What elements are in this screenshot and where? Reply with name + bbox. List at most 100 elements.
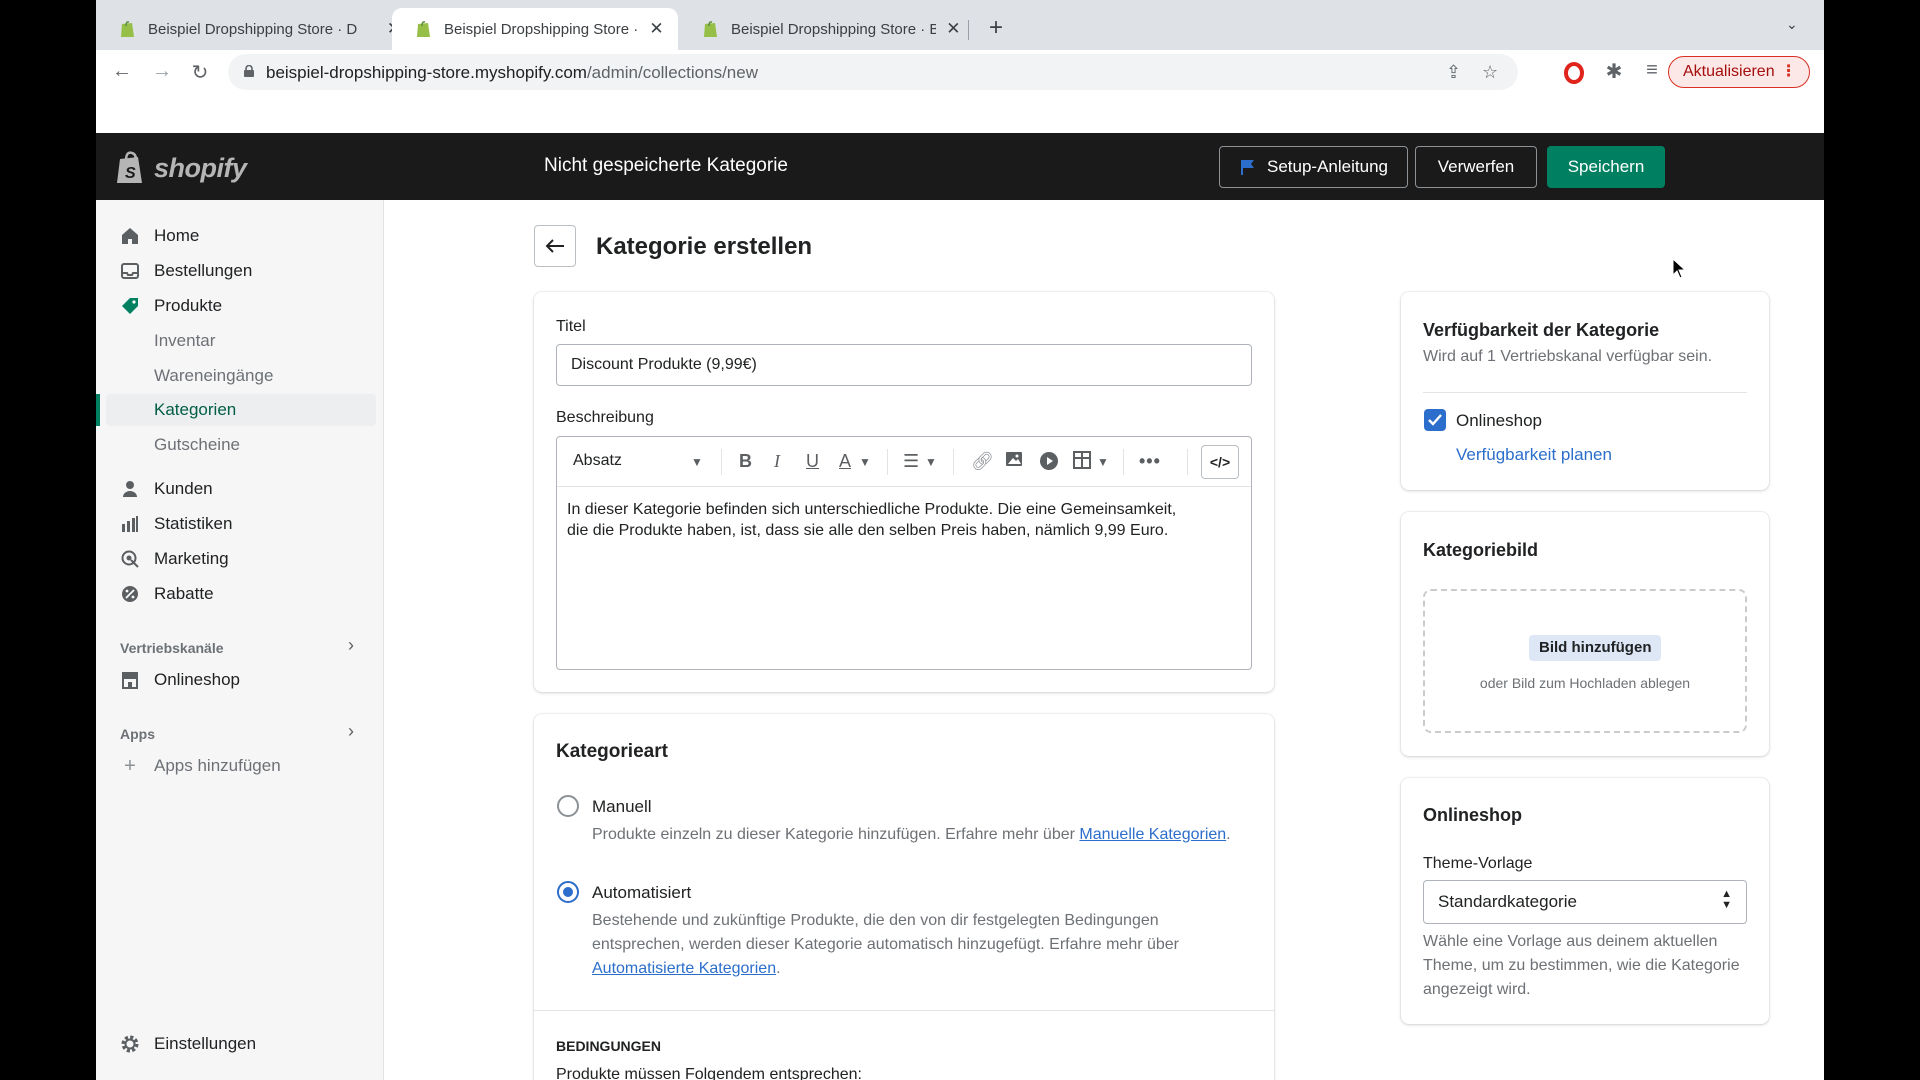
browser-tab-1[interactable]: Beispiel Dropshipping Store · D ✕ bbox=[96, 8, 416, 50]
link-icon[interactable]: 🔗︎ bbox=[971, 451, 994, 472]
unsaved-title: Nicht gespeicherte Kategorie bbox=[544, 155, 788, 176]
puzzle-extension-icon[interactable]: ✱ bbox=[1602, 59, 1626, 84]
chevron-down-icon[interactable]: ⌄ bbox=[1786, 16, 1798, 33]
sidebar-item-home[interactable]: Home bbox=[106, 220, 376, 252]
sidebar-item-label: Wareneingänge bbox=[154, 366, 274, 385]
editor-toolbar: Absatz ▼ B I U A ▼ ☰ ▼ 🔗︎ ▼ ••• </> bbox=[557, 437, 1251, 487]
url-host: beispiel-dropshipping-store.myshopify.co… bbox=[266, 63, 587, 82]
theme-template-select[interactable]: Standardkategorie ▲ ▼ bbox=[1423, 880, 1747, 924]
manual-radio[interactable] bbox=[557, 795, 579, 817]
description-line: die die Produkte haben, ist, dass sie al… bbox=[567, 522, 1169, 539]
description-editor[interactable]: Absatz ▼ B I U A ▼ ☰ ▼ 🔗︎ ▼ ••• </> In d… bbox=[556, 436, 1252, 670]
manual-description-text: Produkte einzeln zu dieser Kategorie hin… bbox=[592, 826, 1075, 843]
setup-guide-button[interactable]: Setup-Anleitung bbox=[1219, 146, 1408, 188]
shopify-favicon-icon bbox=[121, 21, 134, 37]
automated-description: Bestehende und zukünftige Produkte, die … bbox=[592, 912, 1180, 977]
back-button[interactable] bbox=[534, 225, 576, 267]
sidebar-item-label: Produkte bbox=[154, 296, 223, 315]
star-icon[interactable]: ☆ bbox=[1482, 62, 1498, 83]
shopify-favicon-icon bbox=[704, 21, 717, 37]
sidebar-item-label: Inventar bbox=[154, 331, 216, 350]
online-store-channel-label: Onlineshop bbox=[1456, 411, 1543, 430]
bold-icon[interactable]: B bbox=[739, 451, 752, 472]
flag-icon bbox=[1241, 160, 1254, 175]
store-icon bbox=[120, 670, 140, 690]
bar-chart-icon bbox=[120, 514, 140, 534]
sidebar-item-settings[interactable]: Einstellungen bbox=[106, 1028, 376, 1060]
chevron-right-icon[interactable]: › bbox=[348, 635, 354, 656]
save-label: Speichern bbox=[1567, 157, 1645, 176]
sidebar-item-label: Kategorien bbox=[154, 400, 237, 419]
update-browser-button[interactable]: Aktualisieren ⋮ bbox=[1668, 56, 1810, 88]
automated-collections-link[interactable]: Automatisierte Kategorien bbox=[592, 960, 776, 977]
browser-tab-2-active[interactable]: Beispiel Dropshipping Store · K ✕ bbox=[392, 8, 678, 50]
sales-channels-heading: Vertriebskanäle bbox=[120, 640, 224, 656]
sidebar-item-marketing[interactable]: Marketing bbox=[106, 543, 376, 575]
sidebar-item-online-store[interactable]: Onlineshop bbox=[106, 664, 376, 696]
new-tab-icon[interactable]: + bbox=[982, 14, 1010, 42]
sidebar-item-discounts[interactable]: Rabatte bbox=[106, 578, 376, 610]
sidebar-item-add-apps[interactable]: + Apps hinzufügen bbox=[106, 750, 376, 782]
sidebar-item-label: Onlineshop bbox=[154, 670, 241, 689]
page-title: Kategorie erstellen bbox=[596, 233, 813, 260]
title-input[interactable]: Discount Produkte (9,99€) bbox=[556, 344, 1252, 386]
online-store-checkbox[interactable] bbox=[1424, 409, 1446, 431]
browser-tab-3[interactable]: Beispiel Dropshipping Store · B ✕ bbox=[679, 8, 975, 50]
inbox-icon bbox=[120, 261, 140, 281]
description-text[interactable]: In dieser Kategorie befinden sich unters… bbox=[567, 499, 1243, 541]
forward-arrow-icon[interactable]: → bbox=[150, 60, 174, 83]
table-icon[interactable] bbox=[1073, 451, 1091, 474]
manual-radio-label: Manuell bbox=[592, 797, 652, 816]
card-divider bbox=[534, 1010, 1274, 1011]
sidebar-item-label: Einstellungen bbox=[154, 1034, 257, 1053]
more-vertical-icon: ⋮ bbox=[1780, 63, 1797, 80]
schedule-availability-link[interactable]: Verfügbarkeit planen bbox=[1456, 445, 1612, 465]
media-queue-icon[interactable]: ≡ bbox=[1640, 59, 1664, 82]
sidebar-item-gift-cards[interactable]: Gutscheine bbox=[106, 429, 376, 461]
more-horizontal-icon[interactable]: ••• bbox=[1139, 451, 1161, 472]
opera-extension-icon[interactable] bbox=[1563, 62, 1585, 84]
code-view-icon[interactable]: </> bbox=[1201, 445, 1239, 479]
sidebar-item-analytics[interactable]: Statistiken bbox=[106, 508, 376, 540]
sidebar-item-collections[interactable]: Kategorien bbox=[106, 394, 376, 426]
sidebar-item-transfers[interactable]: Wareneingänge bbox=[106, 360, 376, 392]
add-image-button[interactable]: Bild hinzufügen bbox=[1529, 635, 1662, 661]
sidebar-item-products[interactable]: Produkte bbox=[106, 290, 376, 322]
video-icon[interactable] bbox=[1039, 451, 1059, 476]
underline-icon[interactable]: U bbox=[806, 451, 819, 472]
share-icon[interactable]: ⇪ bbox=[1446, 62, 1461, 83]
sidebar-item-label: Home bbox=[154, 226, 200, 245]
sidebar-item-customers[interactable]: Kunden bbox=[106, 473, 376, 505]
address-bar[interactable]: beispiel-dropshipping-store.myshopify.co… bbox=[228, 54, 1518, 90]
online-store-heading: Onlineshop bbox=[1423, 805, 1522, 825]
align-icon[interactable]: ☰ bbox=[903, 451, 919, 472]
italic-icon[interactable]: I bbox=[774, 451, 780, 472]
close-icon[interactable]: ✕ bbox=[647, 19, 666, 39]
manual-collections-link[interactable]: Manuelle Kategorien bbox=[1079, 826, 1226, 843]
chevron-right-icon[interactable]: › bbox=[348, 721, 354, 742]
setup-guide-label: Setup-Anleitung bbox=[1267, 157, 1388, 176]
image-icon[interactable] bbox=[1005, 451, 1023, 472]
close-icon[interactable]: ✕ bbox=[944, 19, 963, 39]
dropzone-hint: oder Bild zum Hochladen ablegen bbox=[1479, 675, 1691, 691]
app-frame: Beispiel Dropshipping Store · D ✕ Beispi… bbox=[96, 0, 1824, 1080]
conditions-subheading: Produkte müssen Folgendem entsprechen: bbox=[556, 1066, 862, 1080]
sidebar-item-orders[interactable]: Bestellungen bbox=[106, 255, 376, 287]
save-button[interactable]: Speichern bbox=[1547, 146, 1665, 188]
discard-button[interactable]: Verwerfen bbox=[1415, 146, 1537, 188]
back-arrow-icon[interactable]: ← bbox=[110, 60, 134, 83]
automated-radio[interactable] bbox=[557, 881, 579, 903]
checkmark-icon bbox=[1428, 414, 1442, 426]
shopify-logo[interactable]: S shopify bbox=[116, 151, 247, 185]
svg-text:S: S bbox=[125, 165, 136, 182]
availability-divider bbox=[1423, 392, 1747, 393]
sidebar: Home Bestellungen Produkte Inventar Ware… bbox=[96, 200, 384, 1080]
text-color-icon[interactable]: A bbox=[839, 451, 851, 472]
title-label: Titel bbox=[556, 318, 586, 335]
sidebar-item-inventory[interactable]: Inventar bbox=[106, 325, 376, 357]
reload-icon[interactable]: ↻ bbox=[188, 60, 212, 85]
image-dropzone[interactable]: Bild hinzufügen oder Bild zum Hochladen … bbox=[1423, 589, 1747, 733]
format-select[interactable]: Absatz bbox=[573, 452, 622, 470]
target-icon bbox=[120, 549, 140, 569]
browser-toolbar: ← → ↻ beispiel-dropshipping-store.myshop… bbox=[96, 50, 1824, 94]
